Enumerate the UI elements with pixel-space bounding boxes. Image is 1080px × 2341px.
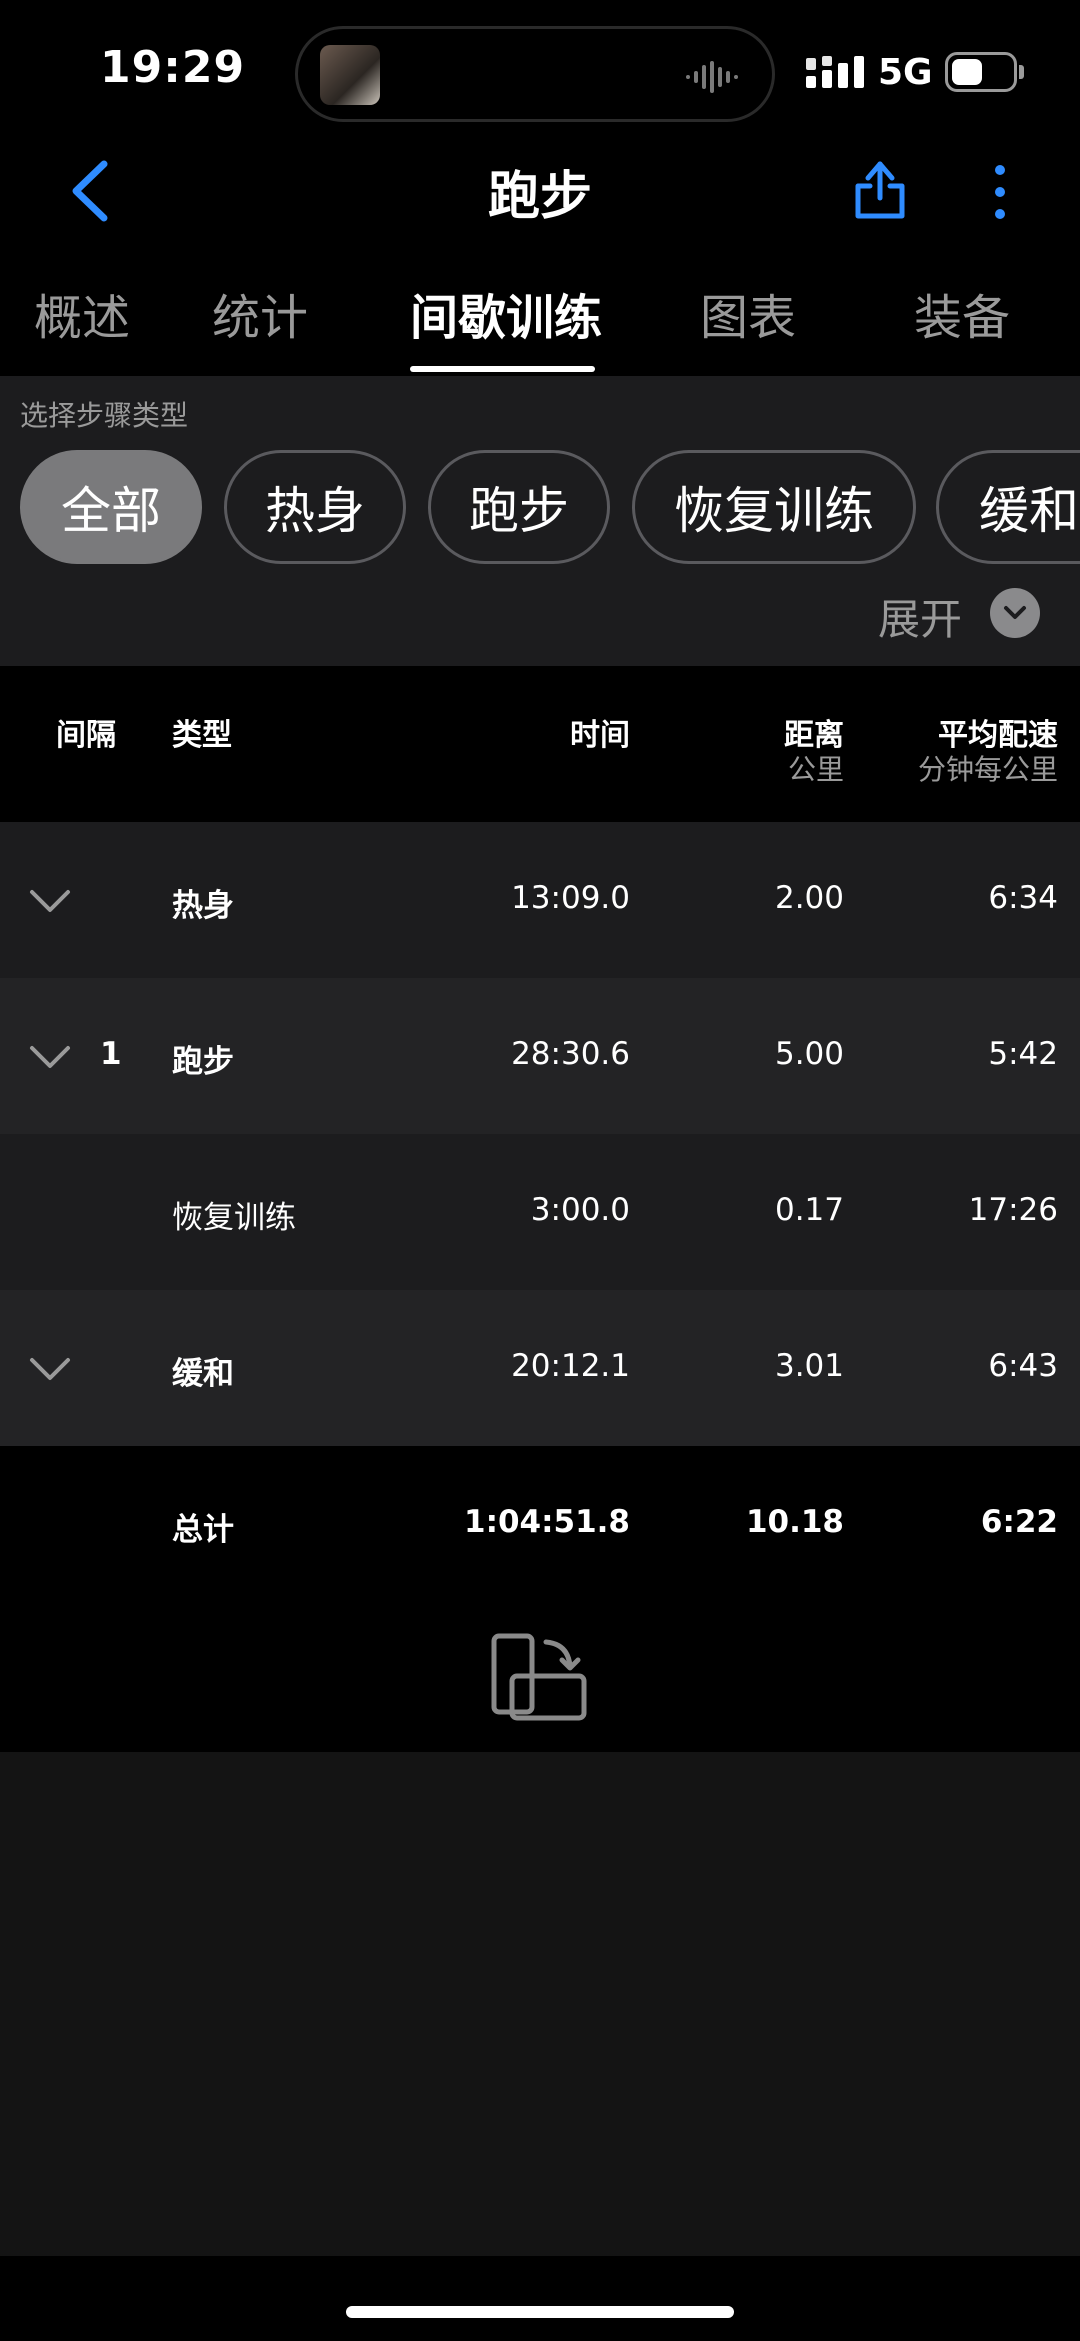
row-pace: 6:34 <box>988 880 1058 916</box>
tab-gear[interactable]: 装备 <box>914 278 1010 348</box>
chip-all[interactable]: 全部 <box>20 450 202 564</box>
row-time: 20:12.1 <box>511 1348 630 1384</box>
row-time: 3:00.0 <box>530 1192 630 1228</box>
filter-label: 选择步骤类型 <box>20 399 189 432</box>
header-pace-unit: 分钟每公里 <box>917 753 1058 786</box>
status-bar: 19:29 5G <box>0 0 1080 140</box>
row-distance: 5.00 <box>774 1036 844 1072</box>
total-time: 1:04:51.8 <box>464 1504 630 1540</box>
chip-warmup[interactable]: 热身 <box>224 450 406 564</box>
network-type: 5G <box>878 52 933 93</box>
active-tab-indicator <box>410 366 595 372</box>
rotate-device-icon[interactable] <box>490 1632 590 1724</box>
row-pace: 5:42 <box>988 1036 1058 1072</box>
tab-stats[interactable]: 统计 <box>212 278 308 348</box>
battery-icon <box>945 52 1017 92</box>
total-pace: 6:22 <box>980 1504 1058 1540</box>
row-type: 热身 <box>172 888 234 924</box>
dynamic-island[interactable] <box>295 26 775 122</box>
table-row: 恢复训练 3:00.0 0.17 17:26 <box>0 1134 1080 1290</box>
table-row[interactable]: 热身 13:09.0 2.00 6:34 <box>0 822 1080 978</box>
row-type: 恢复训练 <box>172 1200 296 1236</box>
share-icon[interactable] <box>850 158 910 222</box>
tab-charts[interactable]: 图表 <box>700 278 796 348</box>
step-type-filter: 选择步骤类型 全部 热身 跑步 恢复训练 缓和 展开 <box>0 376 1080 666</box>
total-distance: 10.18 <box>745 1504 844 1540</box>
chevron-down-icon[interactable] <box>26 1350 74 1386</box>
row-distance: 3.01 <box>774 1348 844 1384</box>
table-row[interactable]: 缓和 20:12.1 3.01 6:43 <box>0 1290 1080 1446</box>
chevron-down-icon[interactable] <box>26 882 74 918</box>
row-pace: 6:43 <box>988 1348 1058 1384</box>
chip-recovery[interactable]: 恢复训练 <box>632 450 916 564</box>
chevron-down-icon[interactable] <box>990 588 1040 638</box>
chevron-down-icon[interactable] <box>26 1038 74 1074</box>
more-vertical-icon[interactable] <box>980 160 1020 224</box>
page-title: 跑步 <box>487 167 592 227</box>
header-distance-unit: 公里 <box>787 753 844 786</box>
row-time: 28:30.6 <box>511 1036 630 1072</box>
rotate-hint <box>0 1602 1080 1752</box>
battery-nub <box>1019 65 1024 79</box>
row-time: 13:09.0 <box>511 880 630 916</box>
row-type: 跑步 <box>172 1044 234 1080</box>
expand-label[interactable]: 展开 <box>878 586 962 647</box>
cellular-signal-icon <box>806 56 864 88</box>
nav-header: 跑步 <box>0 140 1080 240</box>
tab-overview[interactable]: 概述 <box>34 278 130 348</box>
row-type: 缓和 <box>172 1356 234 1392</box>
audio-wave-icon <box>686 61 738 93</box>
total-label: 总计 <box>172 1512 234 1548</box>
chip-run[interactable]: 跑步 <box>428 450 610 564</box>
table-header: 间隔 类型 时间 距离 公里 平均配速 分钟每公里 <box>0 666 1080 822</box>
row-distance: 0.17 <box>774 1192 844 1228</box>
status-time: 19:29 <box>100 42 246 93</box>
header-time: 时间 <box>570 718 630 753</box>
empty-area <box>0 1752 1080 2256</box>
now-playing-thumbnail <box>320 45 380 105</box>
table-total-row: 总计 1:04:51.8 10.18 6:22 <box>0 1446 1080 1602</box>
row-interval: 1 <box>100 1036 122 1072</box>
tab-bar: 概述 统计 间歇训练 图表 装备 <box>0 260 1080 376</box>
row-distance: 2.00 <box>774 880 844 916</box>
header-interval: 间隔 <box>56 718 116 753</box>
row-pace: 17:26 <box>968 1192 1058 1228</box>
table-row[interactable]: 1 跑步 28:30.6 5.00 5:42 <box>0 978 1080 1134</box>
home-indicator[interactable] <box>346 2306 734 2318</box>
tab-intervals[interactable]: 间歇训练 <box>410 278 602 348</box>
chip-cooldown[interactable]: 缓和 <box>936 450 1080 564</box>
header-type: 类型 <box>172 718 232 753</box>
